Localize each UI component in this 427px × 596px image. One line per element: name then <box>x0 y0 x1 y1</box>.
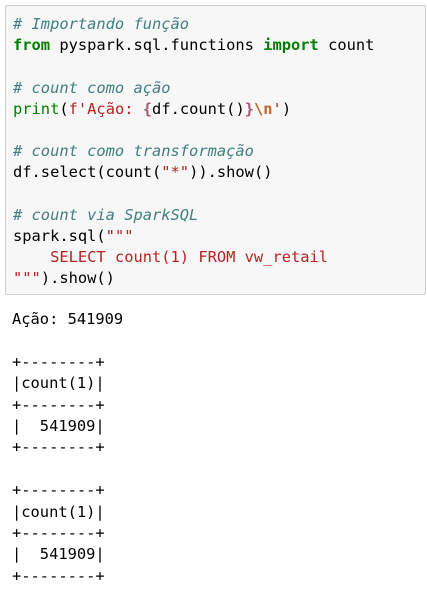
cell-output: Ação: 541909 +--------+ |count(1)| +------… <box>12 309 123 587</box>
code-token: """ <box>105 226 134 245</box>
output-line: Ação: 541909 <box>12 310 124 328</box>
output-line: +--------+ <box>12 438 105 457</box>
code-token: pyspark.sql.functions <box>50 36 264 55</box>
code-token: count <box>318 36 375 55</box>
code-token: import <box>263 36 319 55</box>
code-line: from pyspark.sql.functions import count <box>13 35 374 56</box>
code-token: \n <box>254 99 273 118</box>
code-token: "*" <box>161 163 190 182</box>
code-token: from <box>13 36 51 55</box>
code-token: # count como transformação <box>13 142 254 161</box>
output-line: +--------+ <box>12 566 105 585</box>
code-token: spark.sql( <box>13 226 106 245</box>
code-token: print <box>13 99 60 118</box>
code-line: # count como transformação <box>13 141 374 162</box>
code-line: spark.sql(""" <box>13 226 374 247</box>
output-line: +--------+ <box>12 523 105 542</box>
code-token: ( <box>59 99 69 118</box>
output-line: | 541909| <box>12 545 105 564</box>
output-line: +--------+ <box>12 395 105 414</box>
code-token: )).show() <box>189 163 273 182</box>
code-line: print(f'Ação: {df.count()}\n') <box>13 99 374 120</box>
code-token: ).show() <box>40 269 115 288</box>
code-token: # count via SparkSQL <box>13 205 199 224</box>
code-line: # Importando função <box>13 14 374 35</box>
code-line: # count como ação <box>13 78 374 99</box>
output-line: |count(1)| <box>12 374 105 393</box>
output-line: |count(1)| <box>12 502 105 521</box>
code-editor[interactable]: # Importando função from pyspark.sql.func… <box>13 14 374 289</box>
code-token: SELECT count(1) FROM vw_retail <box>13 248 329 267</box>
code-token: ) <box>281 99 292 118</box>
output-line: +--------+ <box>12 481 105 500</box>
code-line: SELECT count(1) FROM vw_retail <box>13 247 374 268</box>
output-line: +--------+ <box>12 352 105 371</box>
code-token: { <box>142 99 153 118</box>
code-cell[interactable]: # Importando função from pyspark.sql.func… <box>5 5 426 295</box>
code-line: """).show() <box>13 268 374 289</box>
code-line: df.select(count("*")).show() <box>13 162 374 183</box>
code-token: ' <box>272 99 282 118</box>
code-token: } <box>244 99 254 118</box>
code-line: # count via SparkSQL <box>13 205 374 226</box>
code-token: f'Ação: <box>68 99 143 118</box>
code-token: # count como ação <box>13 78 171 97</box>
code-token: # Importando função <box>13 15 190 33</box>
output-line: | 541909| <box>12 416 105 435</box>
code-token: df.select(count( <box>13 163 162 182</box>
code-token: """ <box>13 269 41 288</box>
code-token: df.count() <box>152 99 245 118</box>
